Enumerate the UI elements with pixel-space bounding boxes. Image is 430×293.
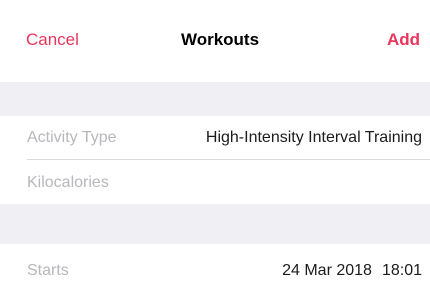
activity-type-value[interactable]: High-Intensity Interval Training [206, 129, 422, 147]
starts-time: 18:01 [381, 262, 422, 279]
kilocalories-row[interactable]: Kilocalories [0, 160, 430, 204]
activity-type-label: Activity Type [27, 129, 117, 146]
kilocalories-field[interactable]: Kilocalories [27, 174, 109, 192]
activity-type-row[interactable]: Activity Type High-Intensity Interval Tr… [0, 116, 430, 160]
starts-label: Starts [27, 262, 69, 279]
section-spacer [0, 204, 430, 244]
section-spacer [0, 82, 430, 116]
starts-row[interactable]: Starts 24 Mar 2018 18:01 [0, 244, 430, 293]
page-title-text: Workouts [180, 30, 260, 49]
add-button[interactable]: Add [387, 30, 420, 50]
page-title: Workouts [0, 30, 430, 50]
starts-value[interactable]: 24 Mar 2018 18:01 [282, 262, 422, 280]
starts-date: 24 Mar 2018 [282, 262, 372, 279]
navigation-bar: Cancel Workouts Add [0, 0, 430, 82]
